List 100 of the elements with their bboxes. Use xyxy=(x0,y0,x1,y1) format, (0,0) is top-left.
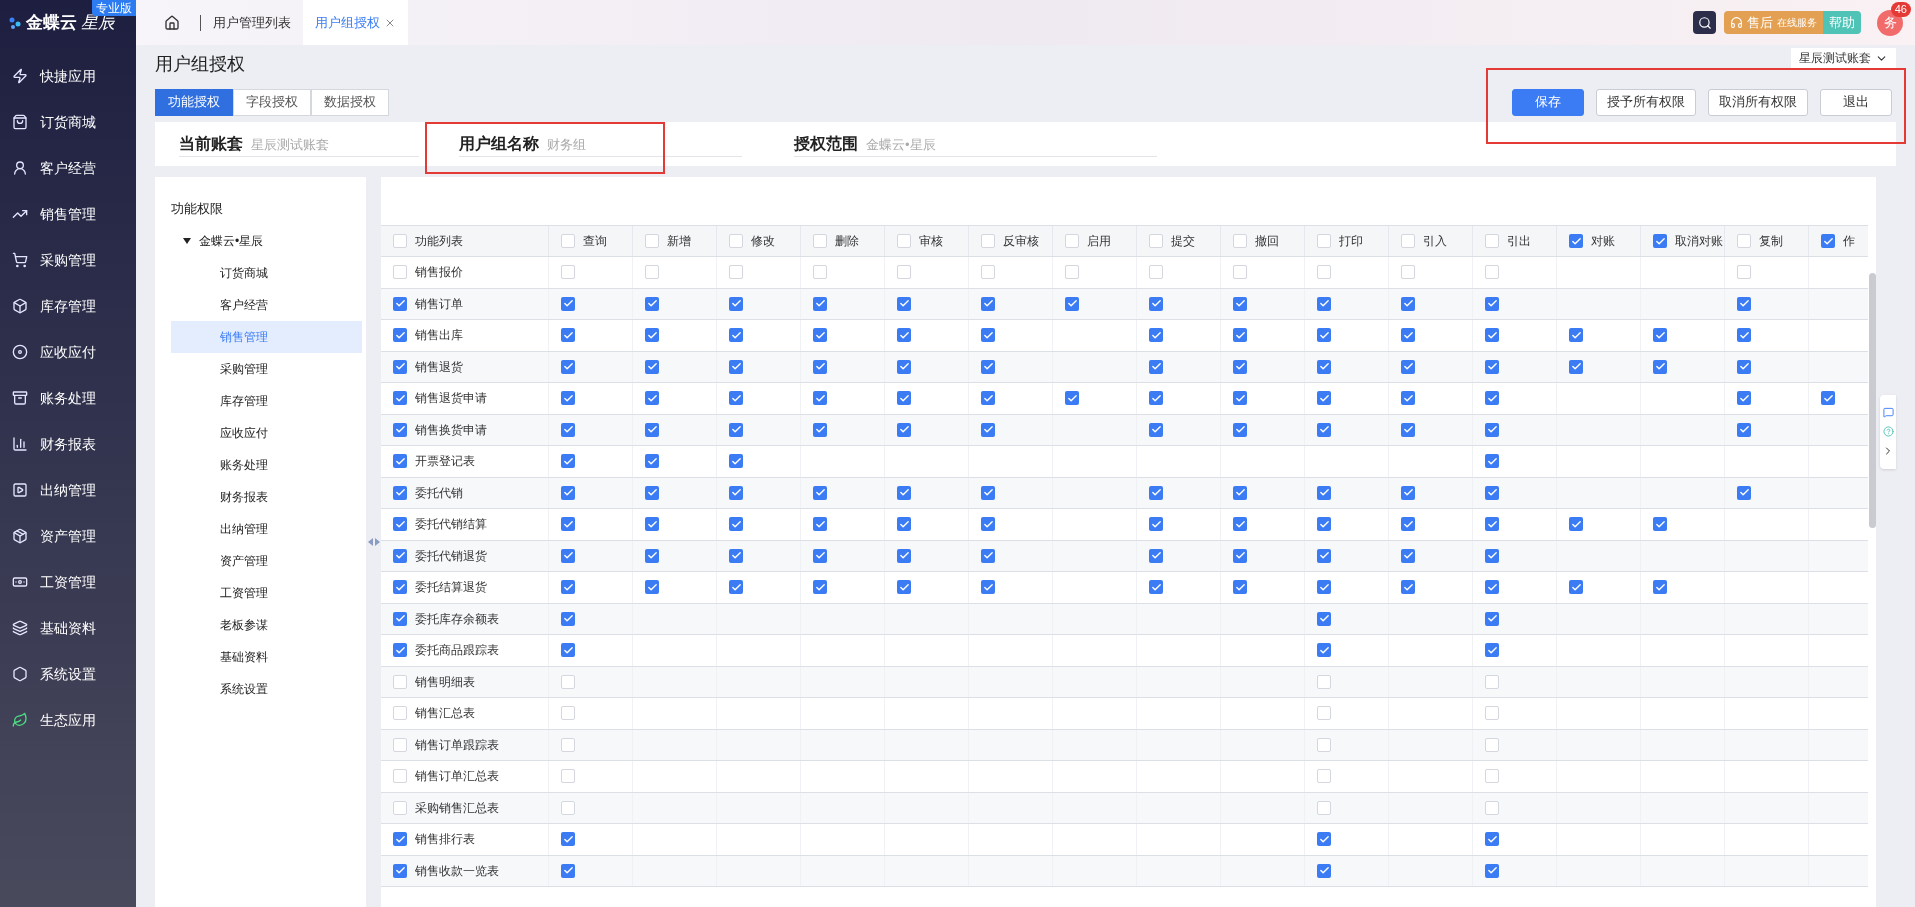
tree-item[interactable]: 账务处理 xyxy=(171,449,362,481)
permission-checkbox[interactable] xyxy=(1737,359,1751,374)
permission-checkbox[interactable] xyxy=(561,580,575,595)
sidebar-item[interactable]: 财务报表 xyxy=(0,421,136,467)
permission-checkbox[interactable] xyxy=(1401,391,1415,406)
permission-checkbox[interactable] xyxy=(645,517,659,532)
tree-item[interactable]: 订货商城 xyxy=(171,257,362,289)
permission-checkbox[interactable] xyxy=(981,548,995,563)
sidebar-item[interactable]: 订货商城 xyxy=(0,99,136,145)
permission-checkbox[interactable] xyxy=(1149,548,1163,563)
permission-checkbox[interactable] xyxy=(1485,643,1499,658)
action-button[interactable]: 授予所有权限 xyxy=(1596,88,1696,116)
header-checkbox[interactable] xyxy=(1233,234,1247,248)
row-checkbox[interactable] xyxy=(393,706,407,721)
permission-checkbox[interactable] xyxy=(1485,296,1499,311)
tree-item[interactable]: 工资管理 xyxy=(171,577,362,609)
permission-checkbox[interactable] xyxy=(1653,580,1667,595)
permission-checkbox[interactable] xyxy=(645,548,659,563)
permission-checkbox[interactable] xyxy=(1233,359,1247,374)
permission-checkbox[interactable] xyxy=(1485,706,1499,721)
permission-checkbox[interactable] xyxy=(1485,422,1499,437)
expand-caret-icon[interactable] xyxy=(183,237,191,245)
permission-checkbox[interactable] xyxy=(981,296,995,311)
permission-checkbox[interactable] xyxy=(1401,296,1415,311)
permission-checkbox[interactable] xyxy=(1401,517,1415,532)
row-checkbox[interactable] xyxy=(393,265,407,280)
permission-checkbox[interactable] xyxy=(813,391,827,406)
header-checkbox[interactable] xyxy=(1485,234,1499,248)
permission-checkbox[interactable] xyxy=(813,265,827,280)
permission-checkbox[interactable] xyxy=(1149,391,1163,406)
mode-tab[interactable]: 功能授权 xyxy=(155,88,233,116)
permission-checkbox[interactable] xyxy=(561,611,575,626)
permission-checkbox[interactable] xyxy=(561,832,575,847)
tree-item[interactable]: 采购管理 xyxy=(171,353,362,385)
row-checkbox[interactable] xyxy=(393,548,407,563)
permission-checkbox[interactable] xyxy=(1233,580,1247,595)
row-checkbox[interactable] xyxy=(393,832,407,847)
permission-checkbox[interactable] xyxy=(1317,296,1331,311)
permission-checkbox[interactable] xyxy=(897,328,911,343)
row-checkbox[interactable] xyxy=(393,422,407,437)
permission-checkbox[interactable] xyxy=(561,863,575,878)
header-checkbox[interactable] xyxy=(1737,234,1751,248)
permission-checkbox[interactable] xyxy=(897,517,911,532)
permission-checkbox[interactable] xyxy=(729,580,743,595)
permission-checkbox[interactable] xyxy=(561,422,575,437)
chat-icon[interactable] xyxy=(1882,407,1894,418)
header-checkbox[interactable] xyxy=(1149,234,1163,248)
permission-checkbox[interactable] xyxy=(1401,359,1415,374)
permission-checkbox[interactable] xyxy=(645,454,659,469)
sidebar-item[interactable]: 销售管理 xyxy=(0,191,136,237)
row-checkbox[interactable] xyxy=(393,485,407,500)
permission-checkbox[interactable] xyxy=(1737,422,1751,437)
permission-checkbox[interactable] xyxy=(1737,328,1751,343)
permission-checkbox[interactable] xyxy=(1485,800,1499,815)
permission-checkbox[interactable] xyxy=(729,328,743,343)
sidebar-item[interactable]: 采购管理 xyxy=(0,237,136,283)
permission-checkbox[interactable] xyxy=(1485,517,1499,532)
row-checkbox[interactable] xyxy=(393,517,407,532)
permission-checkbox[interactable] xyxy=(1149,265,1163,280)
permission-checkbox[interactable] xyxy=(561,359,575,374)
permission-checkbox[interactable] xyxy=(729,517,743,532)
permission-checkbox[interactable] xyxy=(1401,485,1415,500)
permission-checkbox[interactable] xyxy=(897,422,911,437)
permission-checkbox[interactable] xyxy=(561,517,575,532)
permission-checkbox[interactable] xyxy=(1317,548,1331,563)
tree-root[interactable]: 金蝶云•星辰 xyxy=(199,232,264,250)
row-checkbox[interactable] xyxy=(393,674,407,689)
row-checkbox[interactable] xyxy=(393,359,407,374)
permission-checkbox[interactable] xyxy=(813,359,827,374)
permission-checkbox[interactable] xyxy=(645,422,659,437)
permission-checkbox[interactable] xyxy=(1317,706,1331,721)
permission-checkbox[interactable] xyxy=(1149,296,1163,311)
header-checkbox[interactable] xyxy=(1821,234,1835,248)
header-checkbox[interactable] xyxy=(1317,234,1331,248)
permission-checkbox[interactable] xyxy=(645,485,659,500)
permission-checkbox[interactable] xyxy=(561,391,575,406)
permission-checkbox[interactable] xyxy=(981,422,995,437)
permission-checkbox[interactable] xyxy=(1401,328,1415,343)
permission-checkbox[interactable] xyxy=(813,485,827,500)
permission-checkbox[interactable] xyxy=(561,265,575,280)
permission-checkbox[interactable] xyxy=(1149,328,1163,343)
permission-checkbox[interactable] xyxy=(561,643,575,658)
permission-checkbox[interactable] xyxy=(1317,517,1331,532)
permission-checkbox[interactable] xyxy=(1317,769,1331,784)
permission-checkbox[interactable] xyxy=(897,359,911,374)
permission-checkbox[interactable] xyxy=(813,328,827,343)
permission-checkbox[interactable] xyxy=(1737,485,1751,500)
permission-checkbox[interactable] xyxy=(1485,863,1499,878)
mode-tab[interactable]: 字段授权 xyxy=(233,88,311,116)
row-checkbox[interactable] xyxy=(393,454,407,469)
permission-checkbox[interactable] xyxy=(813,517,827,532)
row-checkbox[interactable] xyxy=(393,611,407,626)
permission-checkbox[interactable] xyxy=(1401,265,1415,280)
permission-checkbox[interactable] xyxy=(897,391,911,406)
header-checkbox[interactable] xyxy=(1065,234,1079,248)
row-checkbox[interactable] xyxy=(393,643,407,658)
tree-item[interactable]: 老板参谋 xyxy=(171,609,362,641)
permission-checkbox[interactable] xyxy=(1317,800,1331,815)
permission-checkbox[interactable] xyxy=(561,485,575,500)
permission-checkbox[interactable] xyxy=(1233,296,1247,311)
